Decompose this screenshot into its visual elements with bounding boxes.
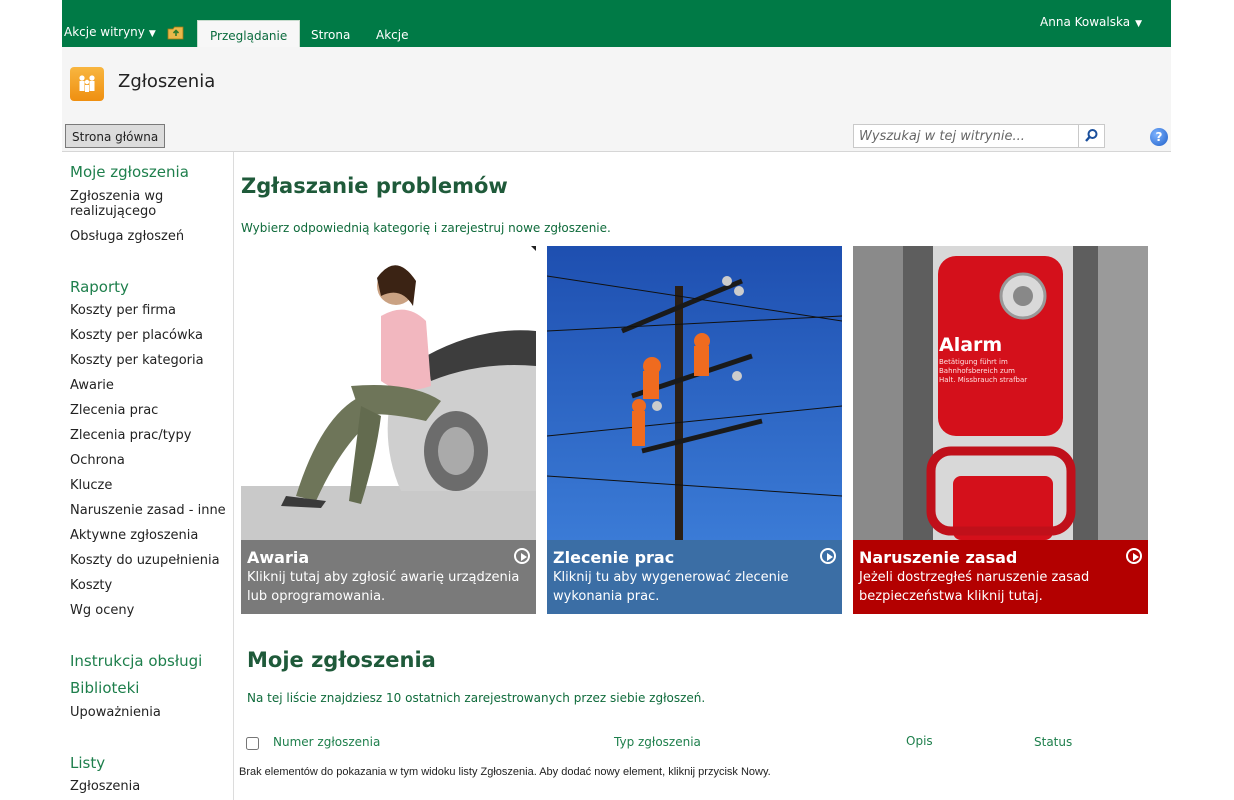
tile-work-order[interactable]: Zlecenie prac Kliknij tu aby wygenerować… (547, 246, 842, 614)
tile-title: Awaria (247, 548, 310, 567)
user-menu[interactable]: Anna Kowalska ▼ (1040, 15, 1142, 29)
section-title: Moje zgłoszenia (247, 648, 436, 672)
tile-breakdown[interactable]: Awaria Kliknij tutaj aby zgłosić awarię … (241, 246, 536, 614)
page-description: Wybierz odpowiednią kategorię i zarejest… (241, 221, 611, 235)
chevron-down-icon: ▼ (1135, 19, 1142, 29)
play-icon (820, 548, 836, 564)
nav-report-item[interactable]: Koszty per placówka (70, 328, 203, 343)
tab-actions[interactable]: Akcje (364, 20, 420, 47)
tile-description: Kliknij tutaj aby zgłosić awarię urządze… (247, 570, 520, 604)
alarm-sign-small-text: Betätigung führt im Bahnhofsbereich zum … (939, 358, 1028, 384)
nav-my-tickets[interactable]: Moje zgłoszenia (70, 163, 189, 181)
nav-report-item[interactable]: Naruszenie zasad - inne (70, 503, 226, 518)
tab-page[interactable]: Strona (299, 20, 362, 47)
nav-report-item[interactable]: Koszty (70, 578, 112, 593)
play-icon (1126, 548, 1142, 564)
site-actions-label: Akcje witryny (64, 25, 145, 39)
column-header-number[interactable]: Numer zgłoszenia (273, 735, 380, 749)
tile-policy-violation-caption: Naruszenie zasad Jeżeli dostrzegłeś naru… (853, 540, 1148, 614)
alarm-box-photo (853, 246, 1148, 540)
site-actions-menu[interactable]: Akcje witryny ▼ (64, 25, 156, 39)
nav-libraries[interactable]: Biblioteki (70, 679, 139, 697)
empty-list-message: Brak elementów do pokazania w tym widoku… (239, 766, 771, 778)
nav-lists[interactable]: Listy (70, 754, 105, 772)
nav-report-item[interactable]: Wg oceny (70, 603, 134, 618)
section-description: Na tej liście znajdziesz 10 ostatnich za… (247, 691, 706, 705)
nav-report-item[interactable]: Aktywne zgłoszenia (70, 528, 198, 543)
search-button[interactable] (1079, 124, 1105, 148)
nav-report-item[interactable]: Ochrona (70, 453, 125, 468)
site-title[interactable]: Zgłoszenia (118, 71, 215, 92)
nav-tickets-by-assignee[interactable]: Zgłoszenia wg realizującego (70, 189, 180, 219)
tile-description: Kliknij tu aby wygenerować zlecenie wyko… (553, 570, 789, 604)
search-box (853, 124, 1079, 148)
tile-title: Zlecenie prac (553, 548, 675, 567)
play-icon (514, 548, 530, 564)
nav-list-item[interactable]: Zgłoszenia (70, 779, 140, 794)
nav-user-manual[interactable]: Instrukcja obsługi (70, 652, 202, 670)
people-icon (79, 75, 95, 92)
tile-work-order-caption: Zlecenie prac Kliknij tu aby wygenerować… (547, 540, 842, 614)
magnifier-icon (1085, 129, 1098, 142)
nav-report-item[interactable]: Koszty per kategoria (70, 353, 204, 368)
tile-policy-violation[interactable]: Alarm Betätigung führt im Bahnhofsbereic… (853, 246, 1148, 614)
chevron-down-icon: ▼ (148, 29, 156, 39)
tile-description: Jeżeli dostrzegłeś naruszenie zasad bezp… (859, 570, 1090, 604)
site-logo[interactable] (70, 67, 104, 101)
navigate-up-folder-icon[interactable] (167, 26, 185, 40)
alarm-sign-text: Alarm (939, 334, 1003, 356)
quick-launch (62, 152, 234, 800)
nav-report-item[interactable]: Zlecenia prac (70, 403, 158, 418)
tile-title: Naruszenie zasad (859, 548, 1018, 567)
column-header-status[interactable]: Status (1034, 735, 1072, 749)
nav-library-item[interactable]: Upoważnienia (70, 705, 161, 720)
nav-report-item[interactable]: Koszty per firma (70, 303, 176, 318)
column-header-type[interactable]: Typ zgłoszenia (614, 735, 701, 749)
page-title: Zgłaszanie problemów (241, 174, 508, 198)
woman-car-photo (241, 246, 536, 540)
tab-browse[interactable]: Przeglądanie (197, 20, 301, 47)
column-header-description[interactable]: Opis (906, 734, 933, 748)
nav-report-item[interactable]: Zlecenia prac/typy (70, 428, 191, 443)
tile-breakdown-caption: Awaria Kliknij tutaj aby zgłosić awarię … (241, 540, 536, 614)
title-row (62, 47, 1171, 121)
nav-ticket-handling[interactable]: Obsługa zgłoszeń (70, 229, 184, 244)
nav-report-item[interactable]: Koszty do uzupełnienia (70, 553, 220, 568)
nav-reports[interactable]: Raporty (70, 278, 129, 296)
linemen-pole-photo (547, 246, 842, 540)
home-link[interactable]: Strona główna (65, 124, 166, 148)
nav-report-item[interactable]: Awarie (70, 378, 114, 393)
nav-report-item[interactable]: Klucze (70, 478, 112, 493)
select-all-checkbox[interactable] (246, 737, 259, 750)
help-icon[interactable]: ? (1150, 128, 1168, 146)
user-name: Anna Kowalska (1040, 15, 1131, 29)
search-input[interactable] (854, 125, 1078, 147)
